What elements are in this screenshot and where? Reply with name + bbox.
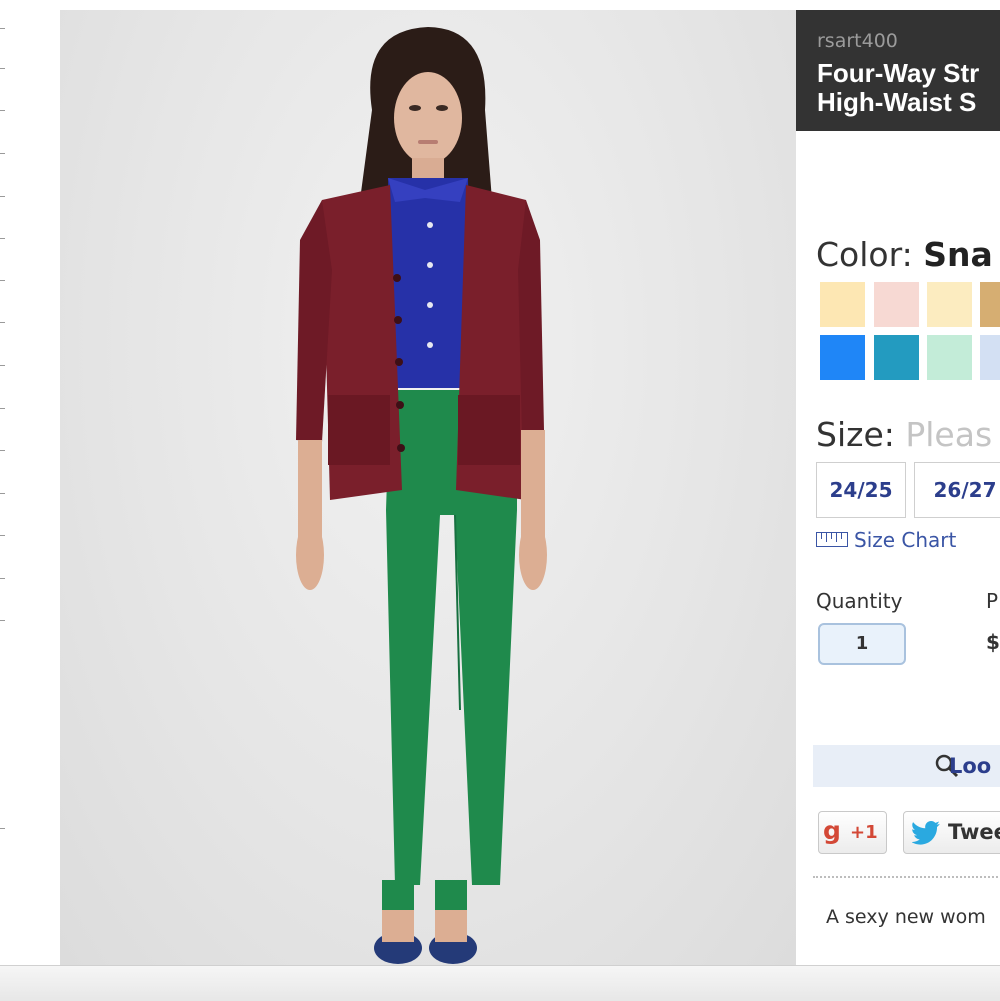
color-swatch[interactable]: [874, 282, 919, 327]
product-panel: rsart400 Four-Way Str High-Waist S Color…: [796, 10, 1000, 965]
product-description: A sexy new wom: [826, 906, 986, 928]
tweet-label: Twee: [948, 820, 1000, 844]
google-plus-icon: g: [823, 816, 841, 845]
rail-tick: [0, 110, 5, 111]
rail-tick: [0, 196, 5, 197]
rail-tick: [0, 578, 5, 579]
rail-tick: [0, 238, 5, 239]
price-label: P: [986, 589, 999, 613]
left-rail: [0, 0, 60, 965]
rail-tick: [0, 535, 5, 536]
size-option-24-25[interactable]: 24/25: [816, 462, 906, 518]
size-label: Size:: [816, 415, 895, 454]
ruler-icon: [816, 532, 848, 547]
size-option-26-27[interactable]: 26/27: [914, 462, 1000, 518]
rail-tick: [0, 322, 5, 323]
rail-tick: [0, 280, 5, 281]
rail-tick: [0, 828, 5, 829]
size-row: Size: Pleas: [816, 415, 992, 454]
tweet-button[interactable]: Twee: [903, 811, 1000, 854]
lookup-label: Loo: [949, 754, 992, 778]
google-plus-button[interactable]: g +1: [818, 811, 887, 854]
product-title: Four-Way Str High-Waist S: [817, 58, 980, 117]
color-swatch[interactable]: [980, 282, 1000, 327]
rail-tick: [0, 408, 5, 409]
product-header: rsart400 Four-Way Str High-Waist S: [796, 10, 1000, 131]
color-swatch[interactable]: [874, 335, 919, 380]
size-chart-link[interactable]: Size Chart: [816, 528, 956, 552]
color-swatch[interactable]: [820, 335, 865, 380]
size-chart-label: Size Chart: [854, 528, 957, 552]
rail-tick: [0, 450, 5, 451]
quantity-input[interactable]: 1: [818, 623, 906, 665]
price-value: $: [986, 630, 1000, 654]
google-plus-label: +1: [850, 822, 878, 843]
color-swatch[interactable]: [927, 335, 972, 380]
rail-tick: [0, 365, 5, 366]
lookup-button[interactable]: Loo: [813, 745, 1000, 787]
rail-tick: [0, 28, 5, 29]
divider: [813, 876, 1000, 878]
model-illustration: [296, 27, 547, 964]
color-label: Color:: [816, 235, 913, 274]
rail-tick: [0, 620, 5, 621]
color-selected: Sna: [923, 235, 993, 274]
twitter-bird-icon: [912, 821, 940, 845]
product-photo[interactable]: [60, 10, 796, 965]
rail-tick: [0, 153, 5, 154]
color-swatch[interactable]: [927, 282, 972, 327]
rail-tick: [0, 493, 5, 494]
color-swatch[interactable]: [820, 282, 865, 327]
product-sku: rsart400: [817, 30, 898, 52]
quantity-label: Quantity: [816, 589, 903, 613]
bottom-scrollbar[interactable]: [0, 965, 1000, 1001]
color-row: Color: Sna: [816, 235, 993, 274]
rail-tick: [0, 68, 5, 69]
size-placeholder: Pleas: [905, 415, 993, 454]
color-swatch[interactable]: [980, 335, 1000, 380]
